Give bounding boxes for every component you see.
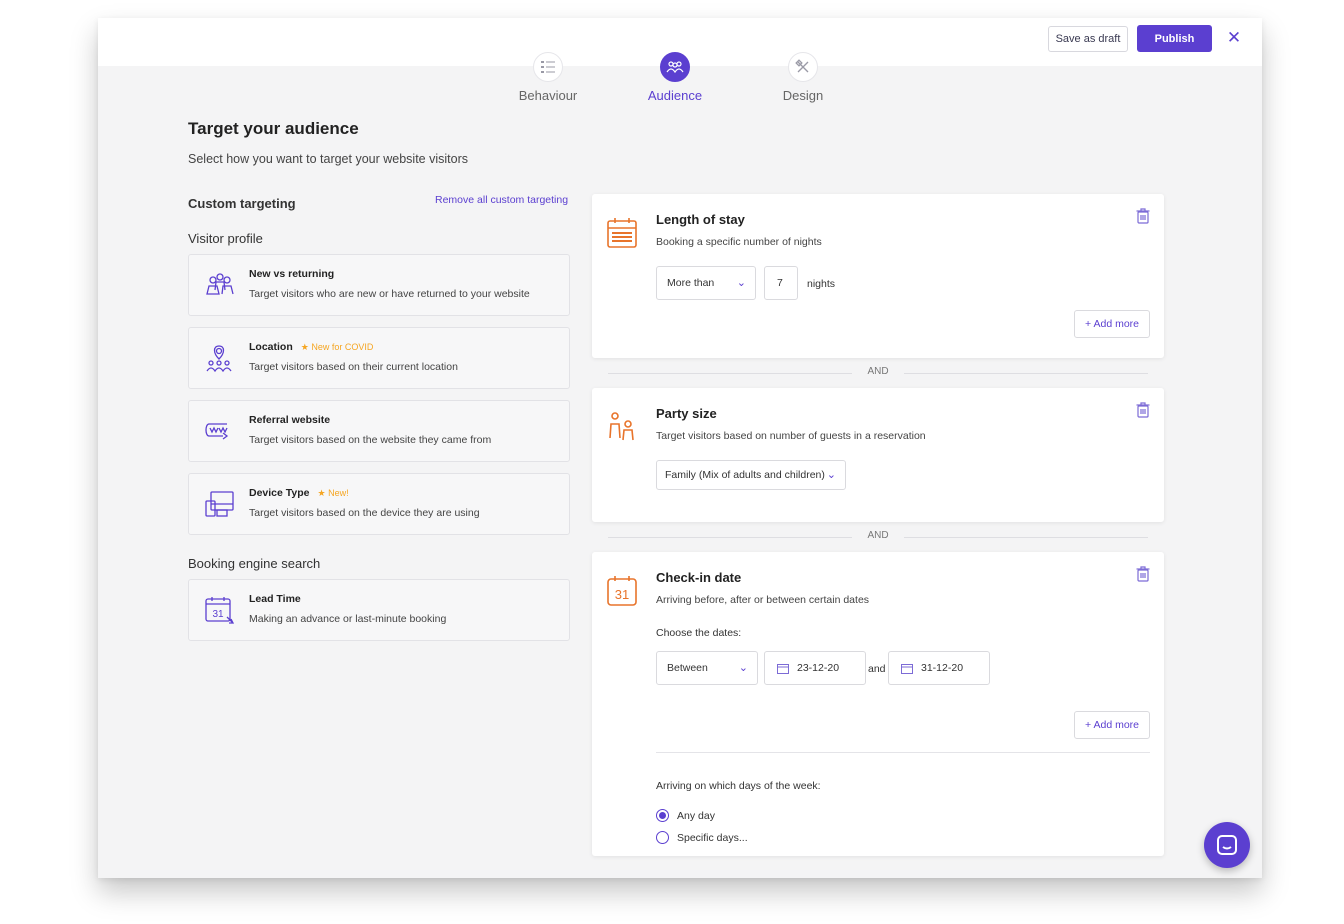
card-desc: Target visitors based on number of guest… xyxy=(656,430,926,442)
option-desc: Target visitors based on their current l… xyxy=(249,361,458,373)
step-behaviour[interactable]: Behaviour xyxy=(488,52,608,103)
calendar-nights-icon xyxy=(606,216,638,252)
card-title: Length of stay xyxy=(656,212,745,227)
save-draft-button[interactable]: Save as draft xyxy=(1048,26,1128,52)
and-separator: AND xyxy=(608,366,1148,380)
new-for-covid-badge: ★ New for COVID xyxy=(300,342,374,352)
option-device-type[interactable]: Device Type ★ New! Target visitors based … xyxy=(188,473,570,535)
option-referral-website[interactable]: Referral website Target visitors based o… xyxy=(188,400,570,462)
trash-icon[interactable] xyxy=(1136,208,1150,224)
step-label: Audience xyxy=(647,88,703,103)
radio-any-day[interactable]: Any day xyxy=(656,809,715,822)
date-condition-select[interactable]: Between ⌄ xyxy=(656,651,758,685)
page-title: Target your audience xyxy=(188,119,359,138)
visitor-profile-title: Visitor profile xyxy=(188,231,263,246)
option-lead-time[interactable]: 31 Lead Time Making an advance or last-m… xyxy=(188,579,570,641)
calendar-31-icon: 31 xyxy=(203,595,237,625)
app-window: Save as draft Publish ✕ Behaviour Audien… xyxy=(98,18,1262,878)
option-desc: Target visitors who are new or have retu… xyxy=(249,288,530,300)
party-type-select[interactable]: Family (Mix of adults and children) ⌄ xyxy=(656,460,846,490)
date-to-input[interactable]: 31-12-20 xyxy=(888,651,990,685)
nights-label: nights xyxy=(807,278,836,290)
svg-text:31: 31 xyxy=(212,609,224,620)
card-party-size: Party size Target visitors based on numb… xyxy=(592,388,1164,522)
custom-targeting-title: Custom targeting xyxy=(188,196,296,211)
www-icon xyxy=(203,416,237,446)
stay-condition-select[interactable]: More than ⌄ xyxy=(656,266,756,300)
option-title: Referral website xyxy=(249,414,331,426)
card-length-of-stay: Length of stay Booking a specific number… xyxy=(592,194,1164,358)
divider xyxy=(656,752,1150,753)
close-icon[interactable]: ✕ xyxy=(1224,28,1244,48)
booking-engine-search-title: Booking engine search xyxy=(188,556,321,571)
card-title: Party size xyxy=(656,406,717,421)
step-label: Behaviour xyxy=(518,88,578,103)
chevron-down-icon: ⌄ xyxy=(826,469,836,481)
option-desc: Making an advance or last-minute booking xyxy=(249,613,447,625)
location-icon xyxy=(203,343,237,373)
calendar-31-icon: 31 xyxy=(606,574,638,610)
radio-specific-days[interactable]: Specific days... xyxy=(656,831,748,844)
option-new-vs-returning[interactable]: New vs returning Target visitors who are… xyxy=(188,254,570,316)
remove-all-link[interactable]: Remove all custom targeting xyxy=(435,194,568,206)
trash-icon[interactable] xyxy=(1136,402,1150,418)
add-more-button[interactable]: + Add more xyxy=(1074,711,1150,739)
add-more-button[interactable]: + Add more xyxy=(1074,310,1150,338)
card-check-in-date: 31 Check-in date Arriving before, after … xyxy=(592,552,1164,856)
option-title: New vs returning xyxy=(249,268,335,280)
step-design[interactable]: Design xyxy=(743,52,863,103)
calendar-icon xyxy=(777,663,789,674)
radio-unchecked xyxy=(656,831,669,844)
calendar-icon xyxy=(901,663,913,674)
chat-icon[interactable] xyxy=(1204,822,1250,868)
option-desc: Target visitors based on the website the… xyxy=(249,434,492,446)
option-location[interactable]: Location ★ New for COVID Target visitors … xyxy=(188,327,570,389)
chevron-down-icon: ⌄ xyxy=(736,277,746,289)
choose-dates-label: Choose the dates: xyxy=(656,627,742,639)
option-title: Lead Time xyxy=(249,593,301,605)
radio-checked xyxy=(656,809,669,822)
step-label: Design xyxy=(782,88,824,103)
and-word: and xyxy=(868,663,886,675)
step-audience[interactable]: Audience xyxy=(615,52,735,103)
nights-input[interactable]: 7 xyxy=(764,266,798,300)
trash-icon[interactable] xyxy=(1136,566,1150,582)
and-separator: AND xyxy=(608,530,1148,544)
date-from-input[interactable]: 23-12-20 xyxy=(764,651,866,685)
chevron-down-icon: ⌄ xyxy=(738,662,748,674)
days-of-week-label: Arriving on which days of the week: xyxy=(656,780,821,792)
design-tools-icon xyxy=(788,52,818,82)
option-desc: Target visitors based on the device they… xyxy=(249,507,480,519)
new-badge: ★ New! xyxy=(317,488,349,498)
publish-button[interactable]: Publish xyxy=(1137,25,1212,52)
svg-text:31: 31 xyxy=(615,587,629,602)
list-icon xyxy=(533,52,563,82)
card-desc: Arriving before, after or between certai… xyxy=(656,594,870,606)
people-icon xyxy=(203,270,237,300)
card-desc: Booking a specific number of nights xyxy=(656,236,822,248)
card-title: Check-in date xyxy=(656,570,742,585)
devices-icon xyxy=(203,489,237,519)
option-title: Location ★ New for COVID xyxy=(249,341,374,353)
option-title: Device Type ★ New! xyxy=(249,487,349,499)
audience-icon xyxy=(660,52,690,82)
page-subtitle: Select how you want to target your websi… xyxy=(188,152,468,166)
family-icon xyxy=(606,410,638,446)
